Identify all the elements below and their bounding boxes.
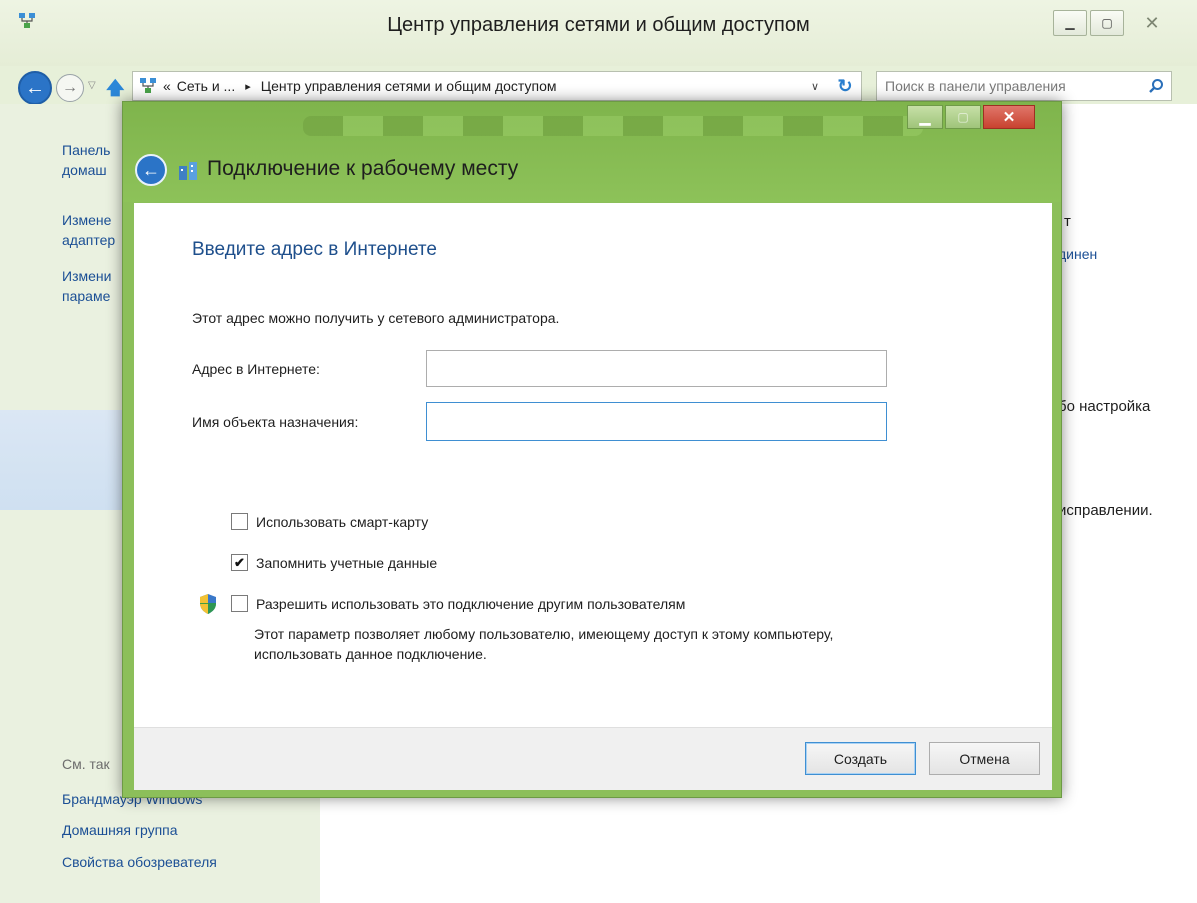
window-title: Центр управления сетями и общим доступом xyxy=(387,14,810,36)
chevron-down-icon: ▽ xyxy=(88,80,96,91)
uac-shield-icon xyxy=(200,594,216,614)
sidebar-link-home[interactable]: Панель домаш xyxy=(62,140,110,180)
back-button[interactable]: ← xyxy=(18,71,52,105)
connect-to-workplace-dialog: ▁ ▢ ✕ ← Подключение к рабочему месту Вве… xyxy=(122,101,1062,798)
content-fragment: т xyxy=(1064,213,1071,230)
create-button[interactable]: Создать xyxy=(805,742,916,775)
cancel-button[interactable]: Отмена xyxy=(929,742,1040,775)
dialog-minimize-button[interactable]: ▁ xyxy=(907,105,943,129)
sidebar-link-adapter[interactable]: Измене адаптер xyxy=(62,210,115,250)
sidebar-link-line: адаптер xyxy=(62,232,116,248)
sidebar-link-line: Панель xyxy=(62,142,111,158)
refresh-button[interactable]: ↻ xyxy=(828,71,862,101)
minimize-icon: ▁ xyxy=(919,108,931,125)
content-fragment: исправлении. xyxy=(1058,502,1153,519)
breadcrumb-network[interactable]: Сеть и ... xyxy=(177,78,235,94)
chevron-down-icon: ∨ xyxy=(810,80,820,93)
search-input[interactable] xyxy=(877,72,1142,100)
maximize-icon: ▢ xyxy=(957,110,969,124)
back-arrow-icon: ← xyxy=(25,76,45,99)
dialog-title-decoration xyxy=(303,116,923,136)
up-arrow-icon: 🡅 xyxy=(106,78,125,98)
see-also-heading: См. так xyxy=(62,756,110,772)
sidebar-link-internet-options[interactable]: Свойства обозревателя xyxy=(62,852,217,872)
allow-others-checkbox[interactable] xyxy=(231,595,248,612)
maximize-icon: ▢ xyxy=(1101,16,1113,30)
address-history-dropdown[interactable]: ∨ xyxy=(805,71,825,101)
sidebar-link-sharing[interactable]: Измени параме xyxy=(62,266,111,306)
network-center-icon xyxy=(140,78,156,93)
close-button[interactable]: ✕ xyxy=(1127,10,1177,36)
breadcrumb-network-center[interactable]: Центр управления сетями и общим доступом xyxy=(261,78,557,94)
breadcrumb-separator-icon[interactable]: ▸ xyxy=(245,80,251,93)
search-box[interactable] xyxy=(876,71,1172,101)
forward-arrow-icon: → xyxy=(62,79,78,96)
sidebar-link-line: Измене xyxy=(62,212,112,228)
dialog-maximize-button: ▢ xyxy=(945,105,981,129)
up-button[interactable]: 🡅 xyxy=(106,76,128,98)
minimize-button[interactable]: ▁ xyxy=(1053,10,1087,36)
content-link-fragment[interactable]: динен xyxy=(1058,244,1097,264)
search-icon[interactable] xyxy=(1141,72,1171,100)
address-bar[interactable]: « Сеть и ... ▸ Центр управления сетями и… xyxy=(132,71,862,101)
breadcrumb-overflow[interactable]: « xyxy=(163,78,171,94)
dialog-title: Подключение к рабочему месту xyxy=(207,157,519,180)
workplace-connection-icon xyxy=(179,162,197,180)
sidebar-link-line: Измени xyxy=(62,268,112,284)
page-heading: Введите адрес в Интернете xyxy=(192,239,437,260)
refresh-icon: ↻ xyxy=(837,75,853,96)
smart-card-label[interactable]: Использовать смарт-карту xyxy=(256,514,428,530)
allow-others-label[interactable]: Разрешить использовать это подключение д… xyxy=(256,596,685,612)
forward-button[interactable]: → xyxy=(56,74,84,102)
internet-address-input[interactable] xyxy=(426,350,887,387)
sidebar-link-line: домаш xyxy=(62,162,107,178)
internet-address-label: Адрес в Интернете: xyxy=(192,361,320,377)
maximize-button[interactable]: ▢ xyxy=(1090,10,1124,36)
page-description: Этот адрес можно получить у сетевого адм… xyxy=(192,310,560,326)
sidebar-link-homegroup[interactable]: Домашняя группа xyxy=(62,820,178,840)
remember-credentials-option[interactable]: ✔ Запомнить учетные данные xyxy=(231,554,437,571)
remember-credentials-checkbox[interactable]: ✔ xyxy=(231,554,248,571)
smart-card-option[interactable]: Использовать смарт-карту xyxy=(231,513,428,530)
back-arrow-icon: ← xyxy=(142,159,160,180)
recent-pages-dropdown[interactable]: ▽ xyxy=(88,80,102,94)
minimize-icon: ▁ xyxy=(1065,16,1075,30)
smart-card-checkbox[interactable] xyxy=(231,513,248,530)
close-icon: ✕ xyxy=(1002,109,1016,126)
destination-name-input[interactable] xyxy=(426,402,887,441)
destination-name-label: Имя объекта назначения: xyxy=(192,414,359,430)
dialog-body: Введите адрес в Интернете Этот адрес мож… xyxy=(134,203,1052,757)
content-fragment: бо настройка xyxy=(1058,398,1151,415)
close-icon: ✕ xyxy=(1144,12,1160,33)
sidebar-link-line: параме xyxy=(62,288,111,304)
allow-others-option[interactable]: Разрешить использовать это подключение д… xyxy=(231,595,685,612)
dialog-footer: Создать Отмена xyxy=(134,727,1052,790)
dialog-back-button[interactable]: ← xyxy=(135,154,167,186)
dialog-close-button[interactable]: ✕ xyxy=(983,105,1035,129)
remember-credentials-label[interactable]: Запомнить учетные данные xyxy=(256,555,437,571)
allow-others-note: Этот параметр позволяет любому пользоват… xyxy=(254,626,834,662)
